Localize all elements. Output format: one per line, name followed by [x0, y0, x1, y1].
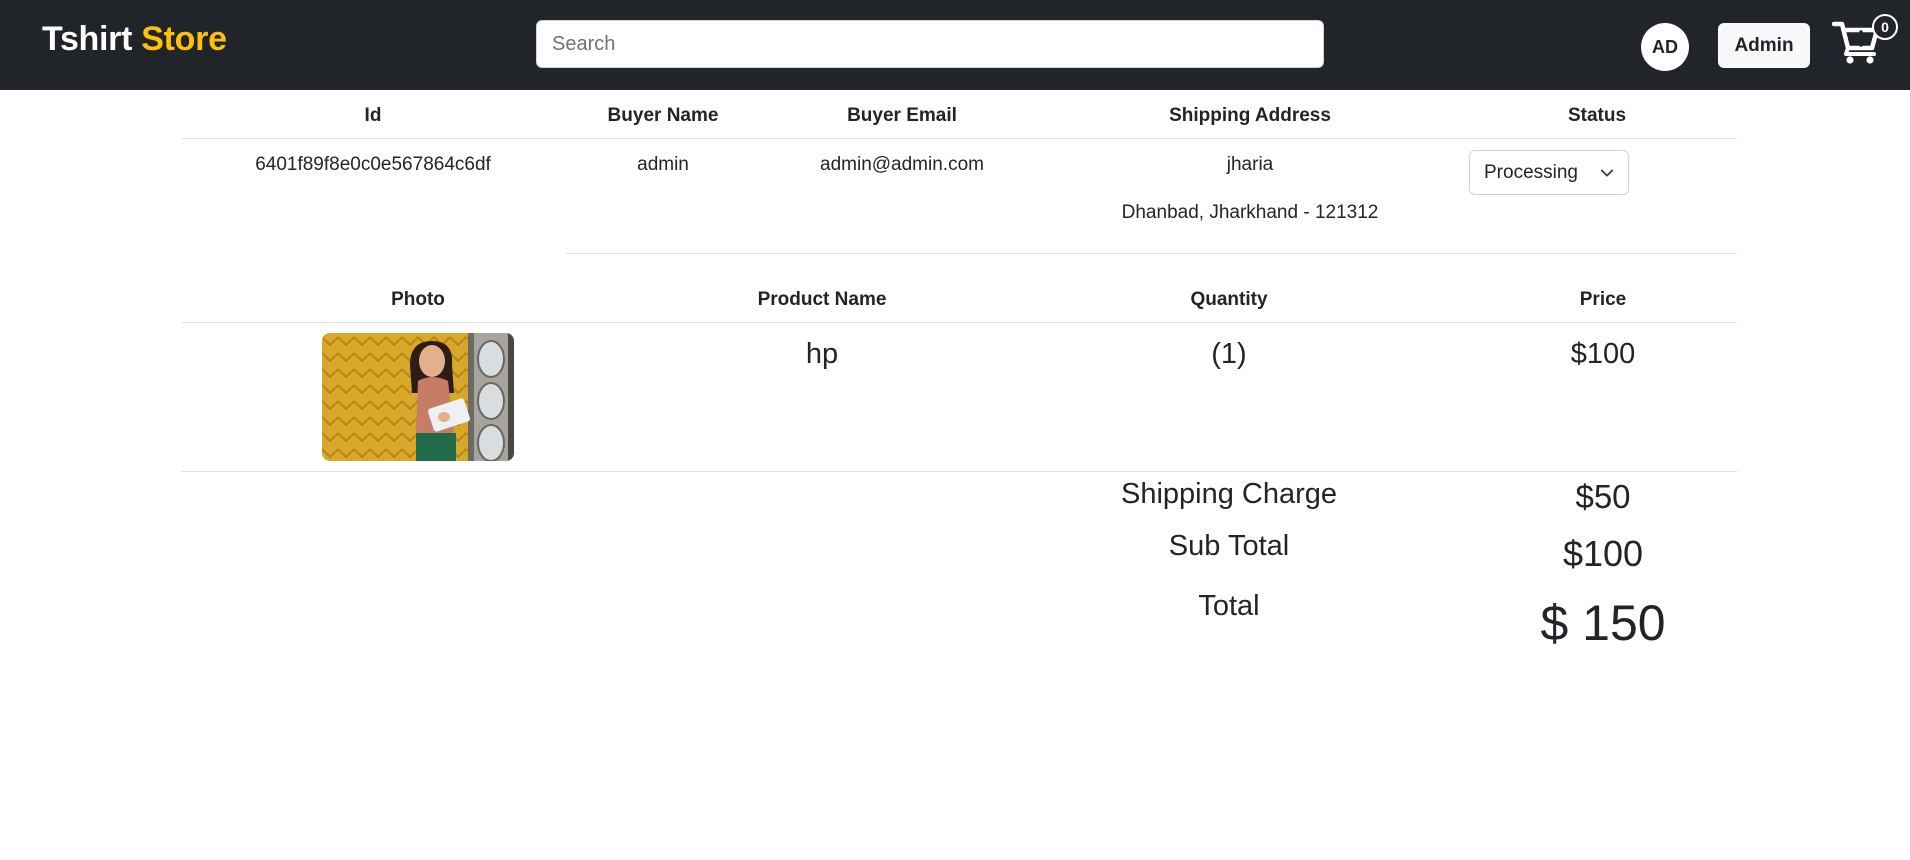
product-name: hp: [805, 338, 839, 370]
status-value: Processing: [1484, 161, 1578, 183]
admin-button[interactable]: Admin: [1718, 23, 1810, 68]
shipping-charge-label: Shipping Charge: [1120, 478, 1338, 510]
address-line-1: jharia: [1226, 154, 1274, 175]
order-id: 6401f89f8e0c0e567864c6df: [255, 154, 491, 175]
divider: [181, 471, 1737, 472]
buyer-email: admin@admin.com: [820, 154, 984, 175]
chevron-down-icon: [1600, 169, 1614, 176]
header-shipping-address: Shipping Address: [1169, 105, 1331, 126]
header-status: Status: [1567, 105, 1627, 126]
navbar: Tshirt Store AD Admin 0: [0, 0, 1910, 90]
avatar[interactable]: AD: [1641, 23, 1689, 71]
divider: [181, 322, 1737, 323]
product-quantity: (1): [1211, 338, 1247, 370]
status-select[interactable]: Processing: [1469, 150, 1629, 195]
product-photo: [322, 333, 514, 461]
total-label: Total: [1198, 590, 1260, 622]
address-line-2: Dhanbad, Jharkhand - 121312: [1121, 202, 1379, 223]
brand-accent: Store: [141, 20, 227, 58]
total-value: $ 150: [1540, 595, 1666, 651]
cart-count-badge: 0: [1872, 14, 1898, 40]
subtotal-label: Sub Total: [1168, 530, 1290, 562]
divider: [181, 138, 1737, 139]
search-input[interactable]: [536, 20, 1324, 68]
header-buyer-name: Buyer Name: [607, 105, 719, 126]
brand-main: Tshirt: [42, 20, 133, 58]
buyer-name: admin: [637, 154, 689, 175]
cart-button[interactable]: 0: [1832, 14, 1902, 70]
header-product-name: Product Name: [757, 289, 887, 310]
header-buyer-email: Buyer Email: [847, 105, 957, 126]
divider: [565, 253, 1737, 254]
header-quantity: Quantity: [1190, 289, 1268, 310]
shipping-charge-value: $50: [1575, 478, 1631, 515]
header-id: Id: [364, 105, 382, 126]
brand-logo[interactable]: Tshirt Store: [42, 20, 227, 59]
header-price: Price: [1579, 289, 1627, 310]
header-photo: Photo: [391, 289, 445, 310]
product-price: $100: [1570, 338, 1636, 370]
subtotal-value: $100: [1562, 533, 1644, 574]
